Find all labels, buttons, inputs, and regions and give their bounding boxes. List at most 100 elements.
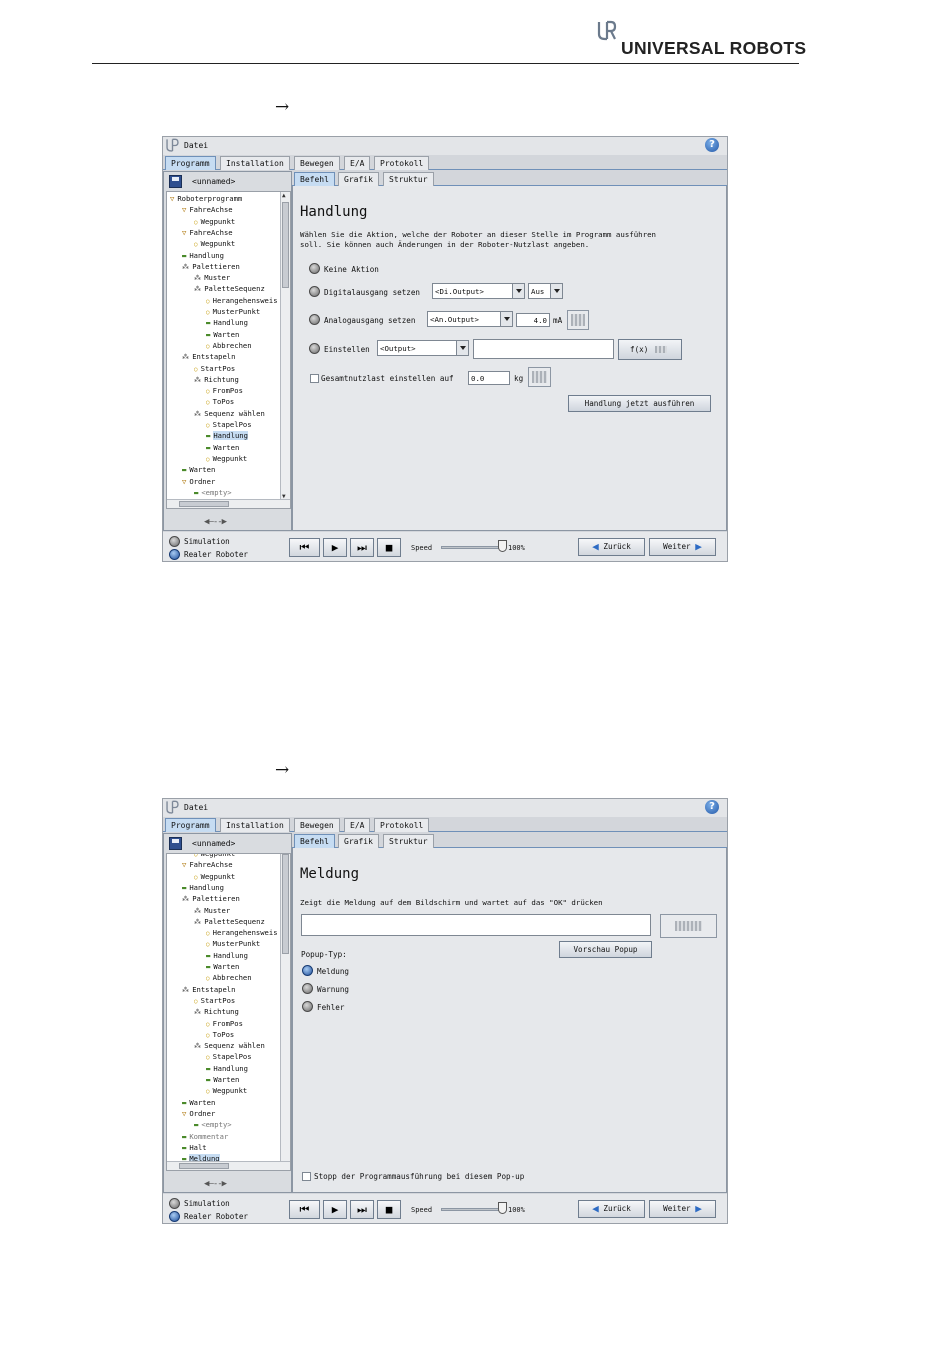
tree-node[interactable]: ▬ Warten xyxy=(182,1097,215,1108)
message-input[interactable] xyxy=(301,914,651,936)
tree-nav-arrows-icon[interactable]: ◀—--▶ xyxy=(204,1179,227,1189)
tree-node[interactable]: ○ StapelPos xyxy=(206,419,252,430)
payload-input[interactable]: 0.0 xyxy=(468,371,510,385)
rewind-button[interactable]: ⏮ xyxy=(289,1200,320,1219)
digital-value-select[interactable]: Aus xyxy=(528,283,563,299)
tree-node[interactable]: ⁂ PaletteSequenz xyxy=(194,916,265,927)
tree-node[interactable]: ▽ FahreAchse xyxy=(182,204,233,215)
tree-node[interactable]: ⁂ Palettieren xyxy=(182,893,240,904)
tree-node[interactable]: ⁂ Entstapeln xyxy=(182,351,235,362)
tab-installation[interactable]: Installation xyxy=(220,156,290,170)
real-robot-icon[interactable] xyxy=(169,1211,180,1222)
tree-nav-arrows-icon[interactable]: ◀—--▶ xyxy=(204,517,227,527)
analog-value-input[interactable]: 4.0 xyxy=(516,313,550,327)
stop-button[interactable]: ■ xyxy=(377,1200,401,1219)
tree-node[interactable]: ○ FromPos xyxy=(206,1018,243,1029)
real-robot-icon[interactable] xyxy=(169,549,180,560)
tree-node[interactable]: ○ Abbrechen xyxy=(206,340,252,351)
tree-node[interactable]: ▬ Warten xyxy=(206,1074,239,1085)
tab-protokoll[interactable]: Protokoll xyxy=(374,818,430,832)
tree-node[interactable]: ▬ Handlung xyxy=(206,430,248,441)
tree-scrollbar[interactable]: ▲ ▼ xyxy=(280,192,290,500)
next-button[interactable]: Weiter ▶ xyxy=(649,538,716,556)
speed-slider-thumb[interactable] xyxy=(498,540,507,552)
simulation-icon[interactable] xyxy=(169,536,180,547)
radio-einstellen[interactable] xyxy=(309,343,320,354)
tree-node[interactable]: ○ MusterPunkt xyxy=(206,938,260,949)
tab-bewegen[interactable]: Bewegen xyxy=(294,156,340,170)
save-icon[interactable] xyxy=(169,837,182,850)
tree-node[interactable]: ▬ <empty> xyxy=(194,1119,232,1130)
tree-node[interactable]: ▬ Warten xyxy=(206,329,239,340)
mode-real-robot[interactable]: Realer Roboter xyxy=(184,550,248,559)
tree-node[interactable]: ○Wegpunkt xyxy=(206,1085,247,1096)
expression-input[interactable] xyxy=(473,339,614,359)
tree-node[interactable]: ○ Abbrechen xyxy=(206,972,252,983)
play-button[interactable]: ▶ xyxy=(323,1200,347,1219)
mode-simulation[interactable]: Simulation xyxy=(184,1199,230,1208)
help-icon[interactable]: ? xyxy=(705,800,719,814)
back-button[interactable]: ◀ Zurück xyxy=(578,1200,645,1218)
tree-node[interactable]: ⁂ Entstapeln xyxy=(182,984,235,995)
radio-keine-aktion[interactable] xyxy=(309,263,320,274)
fx-button[interactable]: f(x) xyxy=(618,339,682,360)
tree-node[interactable]: ▽ FahreAchse xyxy=(182,227,233,238)
tree-node[interactable]: ⁂ Muster xyxy=(194,272,230,283)
tree-node[interactable]: ○ StartPos xyxy=(194,363,235,374)
scroll-thumb[interactable] xyxy=(282,202,289,288)
tab-ea[interactable]: E/A xyxy=(344,156,371,170)
stop-checkbox[interactable] xyxy=(302,1172,311,1181)
next-button[interactable]: Weiter ▶ xyxy=(649,1200,716,1218)
tree-scrollbar[interactable] xyxy=(280,854,290,1162)
tab-ea[interactable]: E/A xyxy=(344,818,371,832)
run-now-button[interactable]: Handlung jetzt ausführen xyxy=(568,395,711,412)
step-button[interactable]: ⏭ xyxy=(350,538,374,557)
mode-simulation[interactable]: Simulation xyxy=(184,537,230,546)
tree-node[interactable]: ○ MusterPunkt xyxy=(206,306,260,317)
tree-hscrollbar[interactable] xyxy=(167,1161,290,1170)
set-output-select[interactable]: <Output> xyxy=(377,340,469,356)
tree-node[interactable]: ⁂ PaletteSequenz xyxy=(194,283,265,294)
tree-node[interactable]: ○ Herangehensweis xyxy=(206,295,278,306)
stop-button[interactable]: ■ xyxy=(377,538,401,557)
tab-bewegen[interactable]: Bewegen xyxy=(294,818,340,832)
tree-node[interactable]: ○Wegpunkt xyxy=(194,238,235,249)
radio-digitalausgang[interactable] xyxy=(309,286,320,297)
keyboard-icon[interactable] xyxy=(528,367,551,387)
tree-node[interactable]: ○ Herangehensweis xyxy=(206,927,278,938)
tree-hscrollbar[interactable] xyxy=(167,499,290,508)
tree-node[interactable]: ⁂ Muster xyxy=(194,905,230,916)
tree-node[interactable]: ▬ Warten xyxy=(182,464,215,475)
subtab-grafik[interactable]: Grafik xyxy=(338,834,379,848)
rewind-button[interactable]: ⏮ xyxy=(289,538,320,557)
tree-node[interactable]: ⁂ Sequenz wählen xyxy=(194,408,265,419)
speed-slider[interactable] xyxy=(441,1208,505,1211)
tree-node[interactable]: ○Wegpunkt xyxy=(194,854,235,859)
subtab-befehl[interactable]: Befehl xyxy=(294,834,335,848)
tree-node[interactable]: ⁂ Richtung xyxy=(194,374,239,385)
mode-real-robot[interactable]: Realer Roboter xyxy=(184,1212,248,1221)
tab-installation[interactable]: Installation xyxy=(220,818,290,832)
tree-node[interactable]: ▬ Handlung xyxy=(206,1063,248,1074)
hscroll-thumb[interactable] xyxy=(179,1163,229,1169)
speed-slider-thumb[interactable] xyxy=(498,1202,507,1214)
tree-node[interactable]: ▬ Handlung xyxy=(182,250,224,261)
tree-node[interactable]: ○ ToPos xyxy=(206,396,234,407)
radio-analogausgang[interactable] xyxy=(309,314,320,325)
tree-node[interactable]: ▬ Warten xyxy=(206,961,239,972)
scroll-thumb[interactable] xyxy=(282,854,289,954)
chevron-down-icon[interactable] xyxy=(512,284,524,298)
chevron-down-icon[interactable] xyxy=(500,312,512,326)
step-button[interactable]: ⏭ xyxy=(350,1200,374,1219)
tree-node[interactable]: ○ StartPos xyxy=(194,995,235,1006)
tree-node[interactable]: ▬ Handlung xyxy=(182,882,224,893)
play-button[interactable]: ▶ xyxy=(323,538,347,557)
tree-node[interactable]: ○Wegpunkt xyxy=(194,216,235,227)
tree-node[interactable]: ▽ FahreAchse xyxy=(182,859,233,870)
radio-warnung[interactable] xyxy=(302,983,313,994)
radio-meldung[interactable] xyxy=(302,965,313,976)
tree-node[interactable]: ⁂ Richtung xyxy=(194,1006,239,1017)
subtab-struktur[interactable]: Struktur xyxy=(383,172,434,186)
tree-node[interactable]: ○Wegpunkt xyxy=(206,453,247,464)
tree-node[interactable]: ▬ Warten xyxy=(206,442,239,453)
